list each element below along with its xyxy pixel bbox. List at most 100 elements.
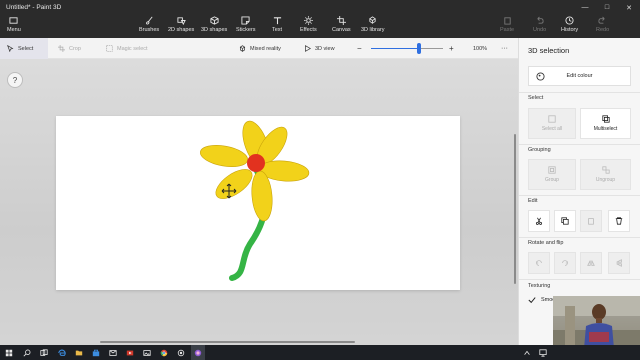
rotate-right-button[interactable] bbox=[554, 252, 576, 274]
menu-icon bbox=[9, 17, 18, 24]
ungroup-button[interactable]: Ungroup bbox=[580, 159, 631, 190]
tool-stickers[interactable]: Stickers bbox=[236, 16, 256, 33]
minimize-button[interactable]: — bbox=[574, 0, 596, 15]
history-button[interactable]: History bbox=[561, 16, 578, 33]
select-all-icon bbox=[548, 115, 556, 123]
zoom-slider-fill bbox=[371, 48, 420, 49]
rotate-left-button[interactable] bbox=[528, 252, 550, 274]
taskbar-app-chrome[interactable] bbox=[157, 345, 171, 360]
taskbar-app-mail[interactable] bbox=[106, 345, 120, 360]
mail-icon bbox=[109, 349, 117, 356]
paste-icon bbox=[588, 218, 594, 225]
taskbar-app-edge[interactable] bbox=[55, 345, 69, 360]
menu-button[interactable]: Menu bbox=[7, 16, 21, 33]
divider bbox=[519, 237, 640, 238]
title-bar: Untitled* - Paint 3D — □ ✕ bbox=[0, 0, 640, 15]
paste-panel-button[interactable] bbox=[580, 210, 602, 232]
flip-horizontal-button[interactable] bbox=[580, 252, 602, 274]
select-tool[interactable]: Select bbox=[0, 38, 48, 59]
select-all-button[interactable]: Select all bbox=[528, 108, 576, 139]
chevron-up-icon bbox=[524, 350, 530, 355]
taskbar-app-store[interactable] bbox=[89, 345, 103, 360]
tool-text[interactable]: Text bbox=[272, 16, 282, 33]
vertical-scrollbar[interactable] bbox=[514, 134, 516, 284]
multiselect-button[interactable]: Multiselect bbox=[580, 108, 631, 139]
smooth-texture-option[interactable]: Smoo bbox=[528, 296, 555, 304]
brush-icon bbox=[145, 16, 153, 25]
taskbar-app-photos[interactable] bbox=[140, 345, 154, 360]
copy-icon bbox=[561, 217, 569, 225]
edit-colour-button[interactable]: Edit colour bbox=[528, 66, 631, 86]
tool-3d-shapes[interactable]: 3D shapes bbox=[201, 16, 227, 33]
taskbar-app-explorer[interactable] bbox=[72, 345, 86, 360]
close-button[interactable]: ✕ bbox=[618, 0, 640, 15]
media-icon bbox=[126, 350, 134, 355]
text-icon bbox=[273, 17, 281, 25]
flower-center bbox=[247, 154, 265, 172]
task-view-icon bbox=[40, 348, 48, 356]
paint-3d-icon bbox=[194, 349, 202, 356]
window-title: Untitled* - Paint 3D bbox=[6, 4, 62, 11]
flip-vertical-button[interactable] bbox=[608, 252, 630, 274]
tray-chevron[interactable] bbox=[520, 345, 534, 360]
help-button[interactable]: ? bbox=[7, 72, 23, 88]
redo-icon bbox=[598, 16, 605, 24]
tool-effects[interactable]: Effects bbox=[300, 16, 317, 33]
network-icon bbox=[539, 348, 547, 357]
maximize-button[interactable]: □ bbox=[596, 0, 618, 15]
crop-icon bbox=[58, 45, 65, 52]
multiselect-icon bbox=[601, 115, 610, 123]
more-options-button[interactable]: ··· bbox=[501, 38, 508, 59]
3d-library-icon bbox=[369, 16, 377, 24]
edge-icon bbox=[58, 349, 66, 356]
redo-button[interactable]: Redo bbox=[596, 16, 609, 33]
group-button[interactable]: Group bbox=[528, 159, 576, 190]
search-button[interactable] bbox=[20, 345, 34, 360]
cut-button[interactable] bbox=[528, 210, 550, 232]
zoom-level: 100% bbox=[473, 45, 488, 52]
taskbar-app-media[interactable] bbox=[123, 345, 137, 360]
rotate-right-icon bbox=[562, 260, 568, 266]
scissors-icon bbox=[535, 217, 543, 225]
taskbar-app-paint3d[interactable] bbox=[191, 345, 205, 360]
copy-button[interactable] bbox=[554, 210, 576, 232]
delete-button[interactable] bbox=[608, 210, 630, 232]
tool-3d-library[interactable]: 3D library bbox=[361, 16, 385, 33]
chrome-icon bbox=[160, 349, 168, 356]
mixed-reality-icon bbox=[239, 45, 246, 52]
magic-select-tool[interactable]: Magic select bbox=[106, 38, 148, 59]
divider bbox=[519, 144, 640, 145]
tray-network[interactable] bbox=[536, 345, 550, 360]
task-view-button[interactable] bbox=[37, 345, 51, 360]
palette-icon bbox=[536, 72, 545, 81]
zoom-slider-thumb[interactable] bbox=[417, 43, 422, 54]
3d-view-toggle[interactable]: 3D view bbox=[304, 38, 335, 59]
flip-horizontal-icon bbox=[587, 260, 595, 266]
undo-button[interactable]: Undo bbox=[533, 16, 546, 33]
ungroup-icon bbox=[601, 166, 610, 174]
select-section-label: Select bbox=[528, 95, 544, 101]
window-controls: — □ ✕ bbox=[574, 0, 640, 15]
flower-3d-model[interactable] bbox=[56, 116, 460, 290]
rotate-left-icon bbox=[536, 260, 542, 266]
mixed-reality-button[interactable]: Mixed reality bbox=[239, 38, 281, 59]
search-icon bbox=[23, 349, 31, 356]
workspace[interactable]: ? bbox=[0, 59, 518, 345]
drawing-canvas[interactable] bbox=[56, 116, 460, 290]
paste-button[interactable]: Paste bbox=[500, 16, 514, 33]
clock-icon bbox=[565, 16, 574, 25]
windows-logo-icon bbox=[5, 349, 13, 356]
horizontal-scrollbar[interactable] bbox=[100, 341, 355, 343]
zoom-in-button[interactable]: + bbox=[449, 38, 454, 59]
camera-icon bbox=[177, 349, 185, 356]
edit-section-label: Edit bbox=[528, 198, 538, 204]
tool-2d-shapes[interactable]: 2D shapes bbox=[168, 16, 194, 33]
zoom-out-button[interactable]: − bbox=[357, 38, 362, 59]
undo-icon bbox=[537, 16, 544, 24]
start-button[interactable] bbox=[2, 345, 16, 360]
taskbar-app-camera[interactable] bbox=[174, 345, 188, 360]
sticker-icon bbox=[241, 16, 250, 25]
tool-canvas[interactable]: Canvas bbox=[332, 16, 351, 33]
crop-tool[interactable]: Crop bbox=[58, 38, 81, 59]
tool-brushes[interactable]: Brushes bbox=[139, 16, 159, 33]
